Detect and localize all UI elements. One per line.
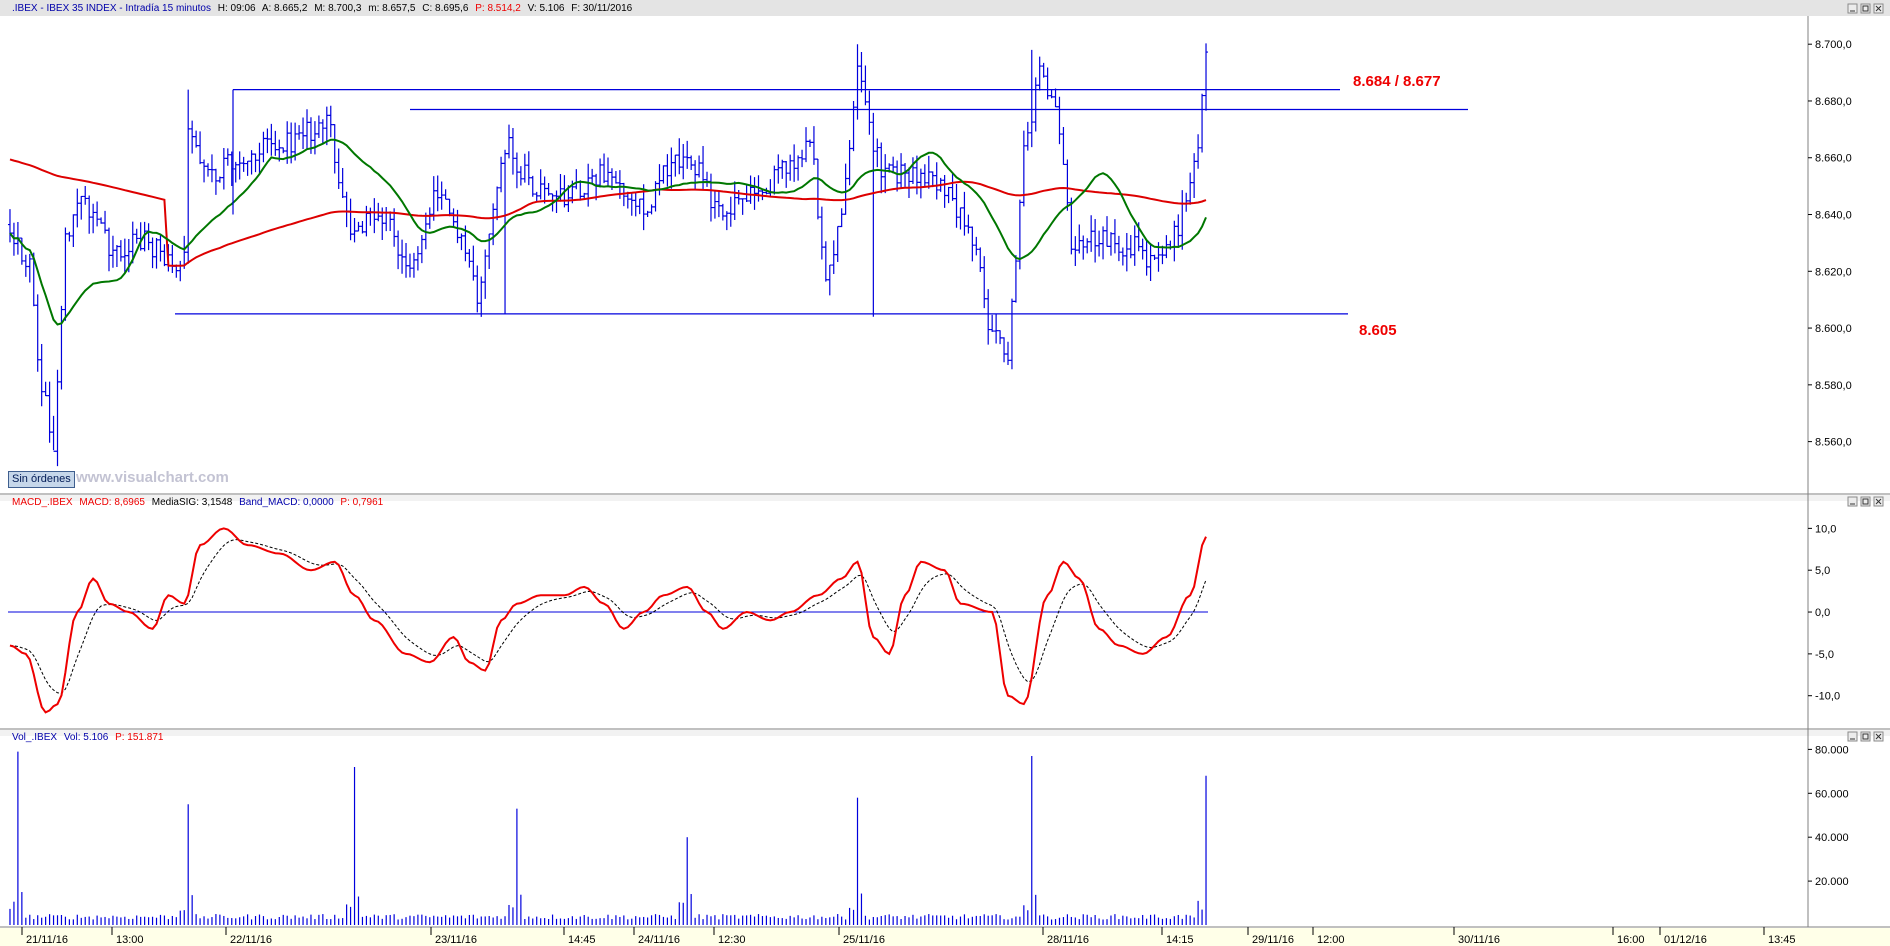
- volume-axis-label: 40.000: [1815, 832, 1849, 844]
- time-axis-label: 29/11/16: [1252, 934, 1294, 946]
- price-header-min: m: 8.657,5: [368, 3, 416, 14]
- macd-axis-label: -10,0: [1815, 691, 1840, 703]
- macd-close-button[interactable]: [1873, 496, 1884, 507]
- sin-ordenes-button[interactable]: Sin órdenes: [8, 471, 75, 488]
- price-axis-label: 8.640,0: [1815, 210, 1852, 222]
- volume-header: Vol_.IBEX Vol: 5.106 P: 151.871: [12, 732, 164, 743]
- price-axis-label: 8.680,0: [1815, 96, 1852, 108]
- volume-axis-label: 60.000: [1815, 788, 1849, 800]
- volume-header-p: P: 151.871: [115, 732, 164, 743]
- macd-minimize-button[interactable]: [1847, 496, 1858, 507]
- volume-axis-label: 20.000: [1815, 876, 1849, 888]
- price-header-p: P: 8.514,2: [475, 3, 521, 14]
- price-header-a: A: 8.665,2: [262, 3, 308, 14]
- macd-header: MACD_.IBEX MACD: 8,6965 MediaSIG: 3,1548…: [12, 497, 384, 508]
- time-axis-label: 01/12/16: [1664, 934, 1707, 946]
- price-maximize-button[interactable]: [1860, 3, 1871, 14]
- time-axis-background: [0, 928, 1890, 946]
- price-axis-label: 8.700,0: [1815, 39, 1852, 51]
- price-close-button[interactable]: [1873, 3, 1884, 14]
- price-header: .IBEX - IBEX 35 INDEX - Intradía 15 minu…: [12, 3, 633, 14]
- time-axis-label: 21/11/16: [26, 934, 68, 946]
- price-minimize-button[interactable]: [1847, 3, 1858, 14]
- macd-maximize-button[interactable]: [1860, 496, 1871, 507]
- macd-header-band: Band_MACD: 0,0000: [239, 497, 334, 508]
- price-axis-label: 8.660,0: [1815, 153, 1852, 165]
- time-axis-label: 25/11/16: [843, 934, 885, 946]
- chart-background: [0, 0, 1890, 946]
- price-axis-label: 8.580,0: [1815, 380, 1852, 392]
- macd-header-p: P: 0,7961: [340, 497, 383, 508]
- time-axis-label: 13:00: [116, 934, 144, 946]
- price-header-f: F: 30/11/2016: [571, 3, 632, 14]
- time-axis-label: 16:00: [1617, 934, 1645, 946]
- macd-axis-label: 0,0: [1815, 607, 1830, 619]
- price-header-v: V: 5.106: [528, 3, 565, 14]
- macd-header-sig: MediaSIG: 3,1548: [152, 497, 233, 508]
- macd-axis-label: 10,0: [1815, 523, 1836, 535]
- chart-canvas[interactable]: .IBEX - IBEX 35 INDEX - Intradía 15 minu…: [0, 0, 1890, 946]
- volume-header-name: Vol_.IBEX: [12, 732, 57, 743]
- macd-axis-label: 5,0: [1815, 565, 1830, 577]
- price-axis-label: 8.560,0: [1815, 437, 1852, 449]
- price-axis-label: 8.620,0: [1815, 266, 1852, 278]
- time-axis-label: 14:45: [568, 934, 596, 946]
- price-header-c: C: 8.695,6: [422, 3, 469, 14]
- macd-header-name: MACD_.IBEX: [12, 497, 73, 508]
- time-axis-label: 14:15: [1166, 934, 1194, 946]
- price-header-h: H: 09:06: [218, 3, 256, 14]
- price-header-m: M: 8.700,3: [314, 3, 362, 14]
- time-axis-label: 12:30: [718, 934, 746, 946]
- price-axis-label: 8.600,0: [1815, 323, 1852, 335]
- time-axis-label: 30/11/16: [1458, 934, 1500, 946]
- macd-axis-label: -5,0: [1815, 649, 1834, 661]
- time-axis-label: 28/11/16: [1047, 934, 1089, 946]
- volume-axis-label: 80.000: [1815, 744, 1849, 756]
- time-axis-label: 24/11/16: [638, 934, 680, 946]
- macd-header-macd: MACD: 8,6965: [79, 497, 145, 508]
- price-header-name: .IBEX - IBEX 35 INDEX - Intradía 15 minu…: [12, 3, 211, 14]
- volume-maximize-button[interactable]: [1860, 731, 1871, 742]
- time-axis-label: 13:45: [1768, 934, 1796, 946]
- watermark: www.visualchart.com: [76, 469, 229, 486]
- volume-header-vol: Vol: 5.106: [64, 732, 109, 743]
- time-axis-label: 12:00: [1317, 934, 1345, 946]
- time-axis-label: 23/11/16: [435, 934, 477, 946]
- volume-minimize-button[interactable]: [1847, 731, 1858, 742]
- resistance-label: 8.684 / 8.677: [1353, 73, 1441, 90]
- time-axis-label: 22/11/16: [230, 934, 272, 946]
- support-label: 8.605: [1359, 322, 1397, 339]
- volume-close-button[interactable]: [1873, 731, 1884, 742]
- volume-splitter[interactable]: [0, 730, 1890, 736]
